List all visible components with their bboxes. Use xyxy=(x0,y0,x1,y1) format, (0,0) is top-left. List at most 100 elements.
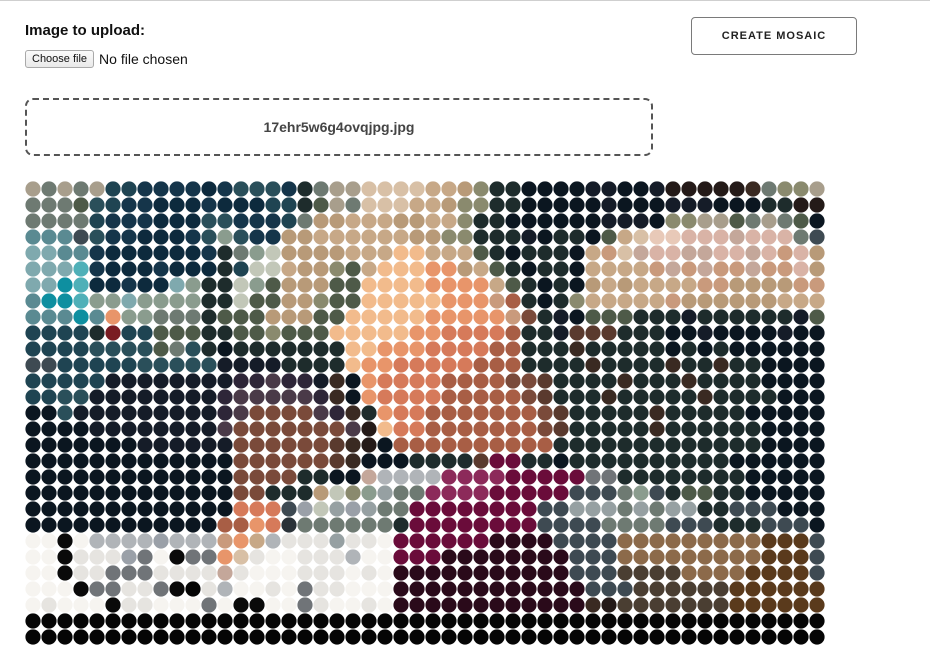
mosaic-dot xyxy=(57,309,73,325)
mosaic-dot xyxy=(649,421,665,437)
mosaic-dot xyxy=(393,421,409,437)
mosaic-dot xyxy=(697,629,713,645)
mosaic-dot xyxy=(57,405,73,421)
mosaic-dot xyxy=(617,213,633,229)
mosaic-dot xyxy=(809,373,825,389)
mosaic-dot xyxy=(313,277,329,293)
mosaic-dot xyxy=(169,549,185,565)
mosaic-dot xyxy=(745,613,761,629)
mosaic-dot xyxy=(633,357,649,373)
mosaic-dot xyxy=(409,357,425,373)
mosaic-dot xyxy=(105,229,121,245)
mosaic-dot xyxy=(121,549,137,565)
mosaic-dot xyxy=(553,533,569,549)
mosaic-dot xyxy=(361,357,377,373)
mosaic-dot xyxy=(521,549,537,565)
mosaic-dot xyxy=(73,389,89,405)
mosaic-dot xyxy=(185,485,201,501)
mosaic-dot xyxy=(457,277,473,293)
mosaic-dot xyxy=(601,373,617,389)
mosaic-dot xyxy=(185,197,201,213)
mosaic-dot xyxy=(617,437,633,453)
mosaic-dot xyxy=(377,373,393,389)
mosaic-dot xyxy=(585,213,601,229)
mosaic-dot xyxy=(425,229,441,245)
mosaic-dot xyxy=(473,437,489,453)
mosaic-dot xyxy=(617,197,633,213)
mosaic-dot xyxy=(697,213,713,229)
mosaic-dot xyxy=(569,629,585,645)
mosaic-dot xyxy=(25,469,41,485)
mosaic-dot xyxy=(729,341,745,357)
mosaic-dot xyxy=(697,293,713,309)
mosaic-dot xyxy=(361,245,377,261)
mosaic-dot xyxy=(681,501,697,517)
mosaic-dot xyxy=(489,341,505,357)
mosaic-dot xyxy=(57,581,73,597)
mosaic-dot xyxy=(601,613,617,629)
mosaic-dot xyxy=(793,213,809,229)
mosaic-dot xyxy=(393,389,409,405)
choose-file-button[interactable]: Choose file xyxy=(25,50,95,68)
mosaic-dot xyxy=(297,197,313,213)
mosaic-dot xyxy=(617,469,633,485)
mosaic-dot xyxy=(745,549,761,565)
mosaic-dot xyxy=(761,549,777,565)
mosaic-dot xyxy=(441,325,457,341)
mosaic-dot xyxy=(729,293,745,309)
mosaic-dot xyxy=(441,581,457,597)
mosaic-dot xyxy=(297,261,313,277)
mosaic-dot xyxy=(345,533,361,549)
mosaic-dot xyxy=(697,181,713,197)
mosaic-dot xyxy=(713,261,729,277)
mosaic-dot xyxy=(185,181,201,197)
mosaic-dot xyxy=(761,373,777,389)
mosaic-dot xyxy=(377,293,393,309)
mosaic-dot xyxy=(137,629,153,645)
mosaic-dot xyxy=(665,229,681,245)
mosaic-dot xyxy=(281,197,297,213)
mosaic-dot xyxy=(777,325,793,341)
mosaic-dot xyxy=(585,197,601,213)
mosaic-dot xyxy=(745,181,761,197)
mosaic-dot xyxy=(585,309,601,325)
mosaic-dot xyxy=(601,389,617,405)
mosaic-dot xyxy=(297,565,313,581)
mosaic-dot xyxy=(649,581,665,597)
mosaic-dot xyxy=(521,213,537,229)
mosaic-dot xyxy=(201,341,217,357)
mosaic-dot xyxy=(41,421,57,437)
mosaic-dot xyxy=(281,453,297,469)
mosaic-dot xyxy=(217,389,233,405)
mosaic-dot xyxy=(233,517,249,533)
mosaic-dot xyxy=(521,245,537,261)
mosaic-dot xyxy=(473,421,489,437)
file-input[interactable]: Choose file No file chosen xyxy=(25,49,188,69)
mosaic-dot xyxy=(681,245,697,261)
mosaic-dot xyxy=(553,229,569,245)
create-mosaic-button[interactable]: CREATE MOSAIC xyxy=(691,17,857,55)
mosaic-dot xyxy=(249,453,265,469)
dropzone[interactable]: 17ehr5w6g4ovqjpg.jpg xyxy=(25,98,653,156)
mosaic-dot xyxy=(281,325,297,341)
mosaic-dot xyxy=(777,213,793,229)
mosaic-dot xyxy=(569,229,585,245)
mosaic-dot xyxy=(601,341,617,357)
mosaic-dot xyxy=(361,197,377,213)
mosaic-dot xyxy=(329,357,345,373)
mosaic-dot xyxy=(137,229,153,245)
mosaic-dot xyxy=(377,613,393,629)
mosaic-dot xyxy=(537,597,553,613)
mosaic-dot xyxy=(793,501,809,517)
mosaic-dot xyxy=(377,261,393,277)
mosaic-dot xyxy=(601,277,617,293)
mosaic-dot xyxy=(297,309,313,325)
mosaic-dot xyxy=(89,181,105,197)
mosaic-dot xyxy=(41,341,57,357)
mosaic-dot xyxy=(777,277,793,293)
mosaic-dot xyxy=(569,197,585,213)
mosaic-dot xyxy=(393,517,409,533)
mosaic-dot xyxy=(681,197,697,213)
mosaic-dot xyxy=(169,245,185,261)
mosaic-dot xyxy=(729,197,745,213)
